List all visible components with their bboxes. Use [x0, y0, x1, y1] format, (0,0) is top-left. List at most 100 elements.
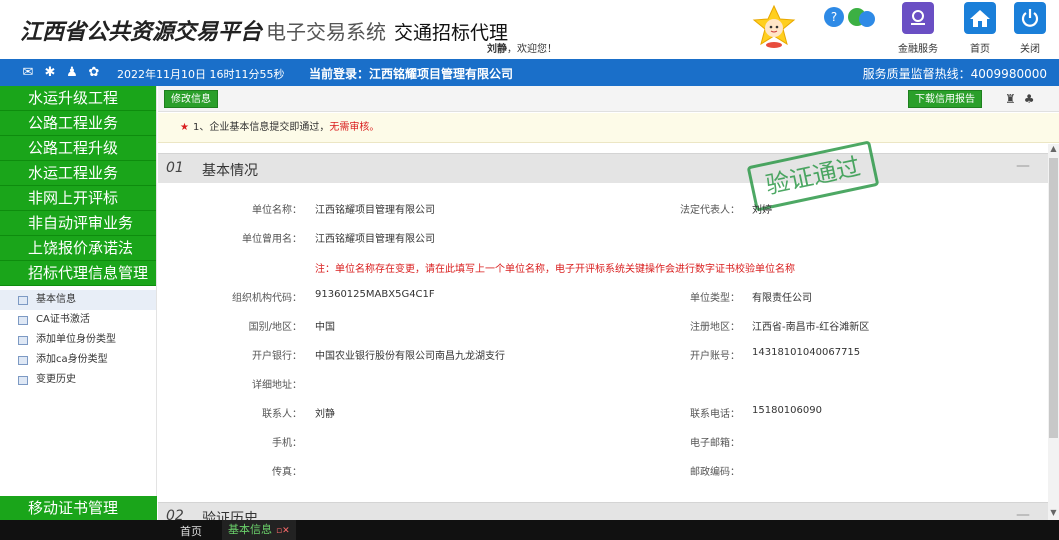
notice-text: 1、企业基本信息提交即通过， — [192, 122, 330, 133]
org-chart-icon[interactable]: ♣ — [1024, 92, 1035, 106]
reg-area-value: 江西省-南昌市-红谷滩新区 — [752, 322, 870, 333]
print-icon[interactable]: ♜ — [1005, 92, 1016, 106]
country-value: 中国 — [315, 322, 335, 333]
sub-item-change-history[interactable]: 变更历史 — [0, 370, 156, 390]
doc-icon — [18, 295, 28, 305]
scrollbar-thumb[interactable] — [1049, 158, 1058, 438]
former-name-note: 注：单位名称存在变更，请在此填写上一个单位名称，电子开评标系统关键操作会进行数字… — [315, 264, 795, 275]
fax-label: 传真： — [272, 467, 302, 478]
section-title: 验证历史 — [202, 511, 258, 520]
hotline: 服务质量监督热线：4009980000 — [862, 67, 1047, 81]
edit-info-button[interactable]: 修改信息 — [164, 90, 218, 108]
message-icon[interactable]: ✉ — [20, 64, 36, 80]
email-label: 电子邮箱： — [690, 438, 740, 449]
former-name-label: 单位曾用名： — [242, 234, 302, 245]
welcome-text: 刘静，欢迎您！ — [487, 40, 557, 55]
finance-label: 金融服务 — [898, 44, 938, 55]
sidebar-item-highway-upgrade[interactable]: 公路工程升级 — [0, 136, 156, 161]
main-content: 修改信息 下载信用报告 ♜ ♣ ★ 1、企业基本信息提交即通过，无需审核。 01 … — [158, 86, 1059, 520]
sub-item-label: 添加ca身份类型 — [36, 354, 108, 365]
sidebar-item-highway-business[interactable]: 公路工程业务 — [0, 111, 156, 136]
brand-main: 江西省公共资源交易平台 — [20, 20, 263, 45]
sidebar-item-mobile-cert[interactable]: 移动证书管理 — [0, 496, 157, 521]
sub-item-label: 变更历史 — [36, 374, 76, 385]
contact-value: 刘静 — [315, 409, 335, 420]
quick-icons: ✉ ✱ ♟ ✿ — [20, 64, 102, 81]
home-icon — [964, 2, 996, 34]
doc-icon — [18, 315, 28, 325]
notice-highlight: 无需审核。 — [329, 122, 380, 133]
header: 江西省公共资源交易平台 电子交易系统 交通招标代理 刘静，欢迎您！ ? 金融服务 首… — [0, 0, 1059, 59]
close-button[interactable]: 关闭 — [1004, 2, 1056, 58]
notice: ★ 1、企业基本信息提交即通过，无需审核。 — [158, 113, 1059, 143]
unit-name-label: 单位名称： — [252, 205, 302, 216]
address-label: 详细地址： — [252, 380, 302, 391]
welcome-user: 刘静 — [487, 44, 507, 55]
sidebar-item-agency-info[interactable]: 招标代理信息管理 — [0, 261, 156, 286]
welcome-suffix: ，欢迎您！ — [507, 44, 557, 55]
bottom-tab-bar: 首页 基本信息 ▫✕ — [0, 520, 1059, 540]
vertical-scrollbar[interactable]: ▲ ▼ — [1048, 144, 1059, 520]
legal-rep-label: 法定代表人： — [680, 205, 740, 216]
tab-home[interactable]: 首页 — [180, 523, 202, 539]
current-datetime: 2022年11月10日 16时11分55秒 — [117, 68, 285, 81]
sidebar-item-water-upgrade[interactable]: 水运升级工程 — [0, 86, 156, 111]
status-bar: ✉ ✱ ♟ ✿ 2022年11月10日 16时11分55秒 当前登录：江西铭耀项… — [0, 59, 1059, 86]
sub-item-add-ca-type[interactable]: 添加ca身份类型 — [0, 350, 156, 370]
sidebar-item-offline-bid[interactable]: 非网上开评标 — [0, 186, 156, 211]
scroll-down-icon[interactable]: ▼ — [1048, 508, 1059, 520]
phone-label: 联系电话： — [690, 409, 740, 420]
sidebar-item-shangrao[interactable]: 上饶报价承诺法 — [0, 236, 156, 261]
legal-rep-value: 刘婷 — [752, 205, 772, 216]
sidebar: 水运升级工程 公路工程业务 公路工程升级 水运工程业务 非网上开评标 非自动评审… — [0, 86, 157, 521]
brand-sub: 电子交易系统 — [266, 20, 387, 44]
users-icon[interactable]: ♟ — [64, 64, 80, 80]
org-code-label: 组织机构代码： — [232, 293, 302, 304]
brand: 江西省公共资源交易平台 电子交易系统 交通招标代理 — [20, 14, 508, 46]
sub-item-label: 基本信息 — [36, 294, 76, 305]
sidebar-item-water-business[interactable]: 水运工程业务 — [0, 161, 156, 186]
tab-basic-info[interactable]: 基本信息 ▫✕ — [222, 520, 296, 540]
unit-type-label: 单位类型： — [690, 293, 740, 304]
section-title: 基本情况 — [202, 163, 258, 179]
toolbar-tools: ♜ ♣ — [1005, 92, 1035, 106]
section-basic-header[interactable]: 01 基本情况 — — [158, 153, 1048, 183]
current-login: 当前登录：江西铭耀项目管理有限公司 — [309, 67, 514, 81]
scroll-up-icon[interactable]: ▲ — [1048, 144, 1059, 156]
finance-button[interactable]: 金融服务 — [892, 2, 944, 58]
sub-item-basic-info[interactable]: 基本信息 — [0, 290, 156, 310]
sidebar-sub-list: 基本信息 CA证书激活 添加单位身份类型 添加ca身份类型 变更历史 — [0, 286, 156, 390]
collapse-icon[interactable]: — — [1016, 158, 1030, 174]
contact-label: 联系人： — [262, 409, 302, 420]
bank-label: 开户银行： — [252, 351, 302, 362]
sub-item-add-unit-type[interactable]: 添加单位身份类型 — [0, 330, 156, 350]
reg-area-label: 注册地区： — [690, 322, 740, 333]
country-label: 国别/地区： — [248, 322, 302, 333]
toolbar: 修改信息 下载信用报告 ♜ ♣ — [158, 86, 1059, 112]
doc-icon — [18, 335, 28, 345]
download-report-button[interactable]: 下载信用报告 — [908, 90, 982, 108]
tab-close-icon[interactable]: ▫✕ — [276, 526, 290, 536]
star-icon: ★ — [180, 122, 189, 133]
sub-item-ca-activate[interactable]: CA证书激活 — [0, 310, 156, 330]
tab-label: 基本信息 — [228, 523, 272, 536]
collapse-icon[interactable]: — — [1016, 507, 1030, 520]
section-number: 01 — [166, 160, 184, 176]
section-history-header[interactable]: 02 验证历史 — — [158, 502, 1048, 520]
gear-icon[interactable]: ✱ — [42, 64, 58, 80]
phone-value: 15180106090 — [752, 405, 822, 416]
section-number: 02 — [166, 508, 184, 520]
unit-type-value: 有限责任公司 — [752, 293, 812, 304]
account-label: 开户账号： — [690, 351, 740, 362]
home-button[interactable]: 首页 — [954, 2, 1006, 58]
bank-value: 中国农业银行股份有限公司南昌九龙湖支行 — [315, 351, 505, 362]
postcode-label: 邮政编码： — [690, 467, 740, 478]
mascot-icon[interactable] — [752, 4, 796, 50]
sidebar-item-manual-review[interactable]: 非自动评审业务 — [0, 211, 156, 236]
home-label: 首页 — [970, 44, 990, 55]
svg-text:?: ? — [831, 10, 837, 24]
help-chat-icons[interactable]: ? — [823, 6, 879, 32]
power-icon — [1014, 2, 1046, 34]
finance-icon — [902, 2, 934, 34]
settings-icon[interactable]: ✿ — [86, 64, 102, 80]
